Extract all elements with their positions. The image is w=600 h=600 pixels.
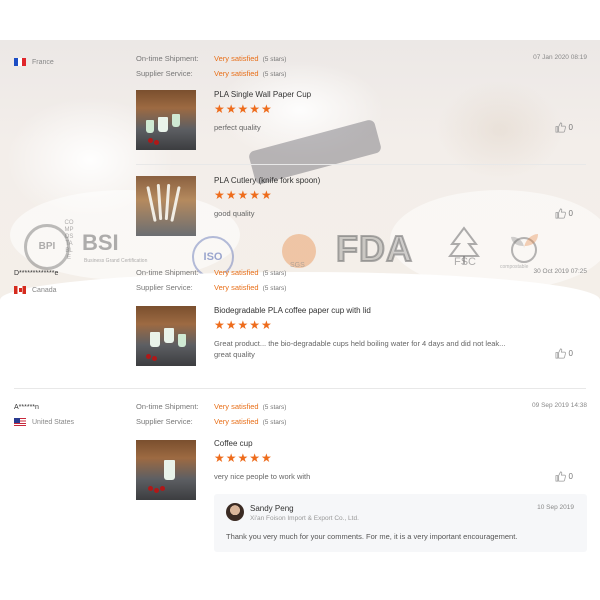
reviews-page: BPI COMPOSTABLE BSI Business Grand Certi…: [0, 0, 600, 600]
review-date: 30 Oct 2019 07:25: [533, 268, 588, 275]
ontime-value: Very satisfied: [214, 54, 259, 63]
country-name: France: [32, 58, 54, 66]
ontime-label: On-time Shipment:: [136, 54, 199, 63]
review-ratings: On-time Shipment: Very satisfied (5 stars)…: [136, 52, 286, 82]
bsi-logo-subtitle: Business Grand Certification: [84, 258, 148, 264]
product-thumbnail[interactable]: [136, 176, 196, 236]
supplier-service-label: Supplier Service:: [136, 283, 193, 292]
reply-author-name: Sandy Peng: [250, 504, 294, 513]
bpi-compostable-tag: COMPOSTABLE: [64, 220, 74, 261]
ontime-value: Very satisfied: [214, 268, 259, 277]
fsc-logo-label: FSC: [454, 256, 476, 268]
compostable-seedling-icon: [511, 234, 538, 263]
star-rating: ★★★★★: [214, 102, 273, 116]
france-flag-icon: [14, 58, 26, 66]
canada-flag-icon: [14, 286, 26, 294]
reviewer-country: United States: [14, 418, 74, 426]
hero-banner: BPI COMPOSTABLE BSI Business Grand Certi…: [0, 40, 600, 300]
product-thumbnail[interactable]: [136, 306, 196, 366]
thumbs-up-icon: [555, 122, 566, 133]
like-button[interactable]: 0: [555, 208, 573, 219]
review-ratings: On-time Shipment: Very satisfied (5 stars)…: [136, 266, 286, 296]
ontime-stars: (5 stars): [262, 56, 287, 63]
reply-company: Xi'an Foison Import & Export Co., Ltd.: [250, 515, 359, 522]
product-title[interactable]: PLA Single Wall Paper Cup: [214, 90, 311, 99]
reply-date: 10 Sep 2019: [537, 504, 574, 511]
item-divider: [136, 164, 586, 165]
ontime-stars: (5 stars): [262, 404, 287, 411]
review-comment: Great product... the bio-degradable cups…: [214, 339, 506, 359]
supplier-service-value: Very satisfied: [214, 283, 259, 292]
avatar: [226, 503, 244, 521]
country-name: United States: [32, 418, 75, 426]
supplier-service-value: Very satisfied: [214, 417, 259, 426]
supplier-service-label: Supplier Service:: [136, 69, 193, 78]
reviewer-country: France: [14, 58, 54, 66]
ontime-value: Very satisfied: [214, 402, 259, 411]
reply-text: Thank you very much for your comments. F…: [226, 532, 518, 541]
reviewer-name: D*************e: [14, 270, 59, 277]
star-rating: ★★★★★: [214, 451, 273, 465]
supplier-service-stars: (5 stars): [262, 285, 287, 292]
product-title[interactable]: Coffee cup: [214, 439, 253, 448]
bsi-logo: BSI: [82, 230, 119, 255]
like-count: 0: [568, 209, 573, 218]
ontime-label: On-time Shipment:: [136, 402, 199, 411]
reviewer-name: A******n: [14, 404, 39, 411]
ontime-stars: (5 stars): [262, 270, 287, 277]
compostable-logo-label: compostable: [500, 264, 529, 270]
review-comment: good quality: [214, 209, 255, 218]
country-name: Canada: [32, 286, 57, 294]
like-count: 0: [568, 472, 573, 481]
supplier-service-stars: (5 stars): [262, 419, 287, 426]
reviewer-country: Canada: [14, 286, 57, 294]
thumbs-up-icon: [555, 348, 566, 359]
review-divider: [14, 388, 586, 389]
ontime-label: On-time Shipment:: [136, 268, 199, 277]
sgs-logo-label: SGS: [290, 262, 305, 269]
thumbs-up-icon: [555, 471, 566, 482]
product-thumbnail[interactable]: [136, 90, 196, 150]
supplier-service-label: Supplier Service:: [136, 417, 193, 426]
review-date: 09 Sep 2019 14:38: [532, 402, 587, 409]
product-title[interactable]: Biodegradable PLA coffee paper cup with …: [214, 306, 371, 315]
thumbs-up-icon: [555, 208, 566, 219]
review-comment: perfect quality: [214, 123, 261, 132]
review-comment: very nice people to work with: [214, 472, 311, 481]
like-count: 0: [568, 123, 573, 132]
supplier-service-value: Very satisfied: [214, 69, 259, 78]
star-rating: ★★★★★: [214, 188, 273, 202]
supplier-service-stars: (5 stars): [262, 71, 287, 78]
like-count: 0: [568, 349, 573, 358]
like-button[interactable]: 0: [555, 122, 573, 133]
usa-flag-icon: [14, 418, 26, 426]
star-rating: ★★★★★: [214, 318, 273, 332]
review-ratings: On-time Shipment: Very satisfied (5 stars)…: [136, 400, 286, 430]
like-button[interactable]: 0: [555, 348, 573, 359]
product-thumbnail[interactable]: [136, 440, 196, 500]
review-date: 07 Jan 2020 08:19: [533, 54, 587, 61]
supplier-reply: Sandy Peng Xi'an Foison Import & Export …: [214, 494, 587, 552]
banner-decoration: [390, 190, 600, 290]
product-title[interactable]: PLA Cutlery (knife fork spoon): [214, 176, 320, 185]
like-button[interactable]: 0: [555, 471, 573, 482]
fda-logo: FDA: [335, 227, 413, 270]
